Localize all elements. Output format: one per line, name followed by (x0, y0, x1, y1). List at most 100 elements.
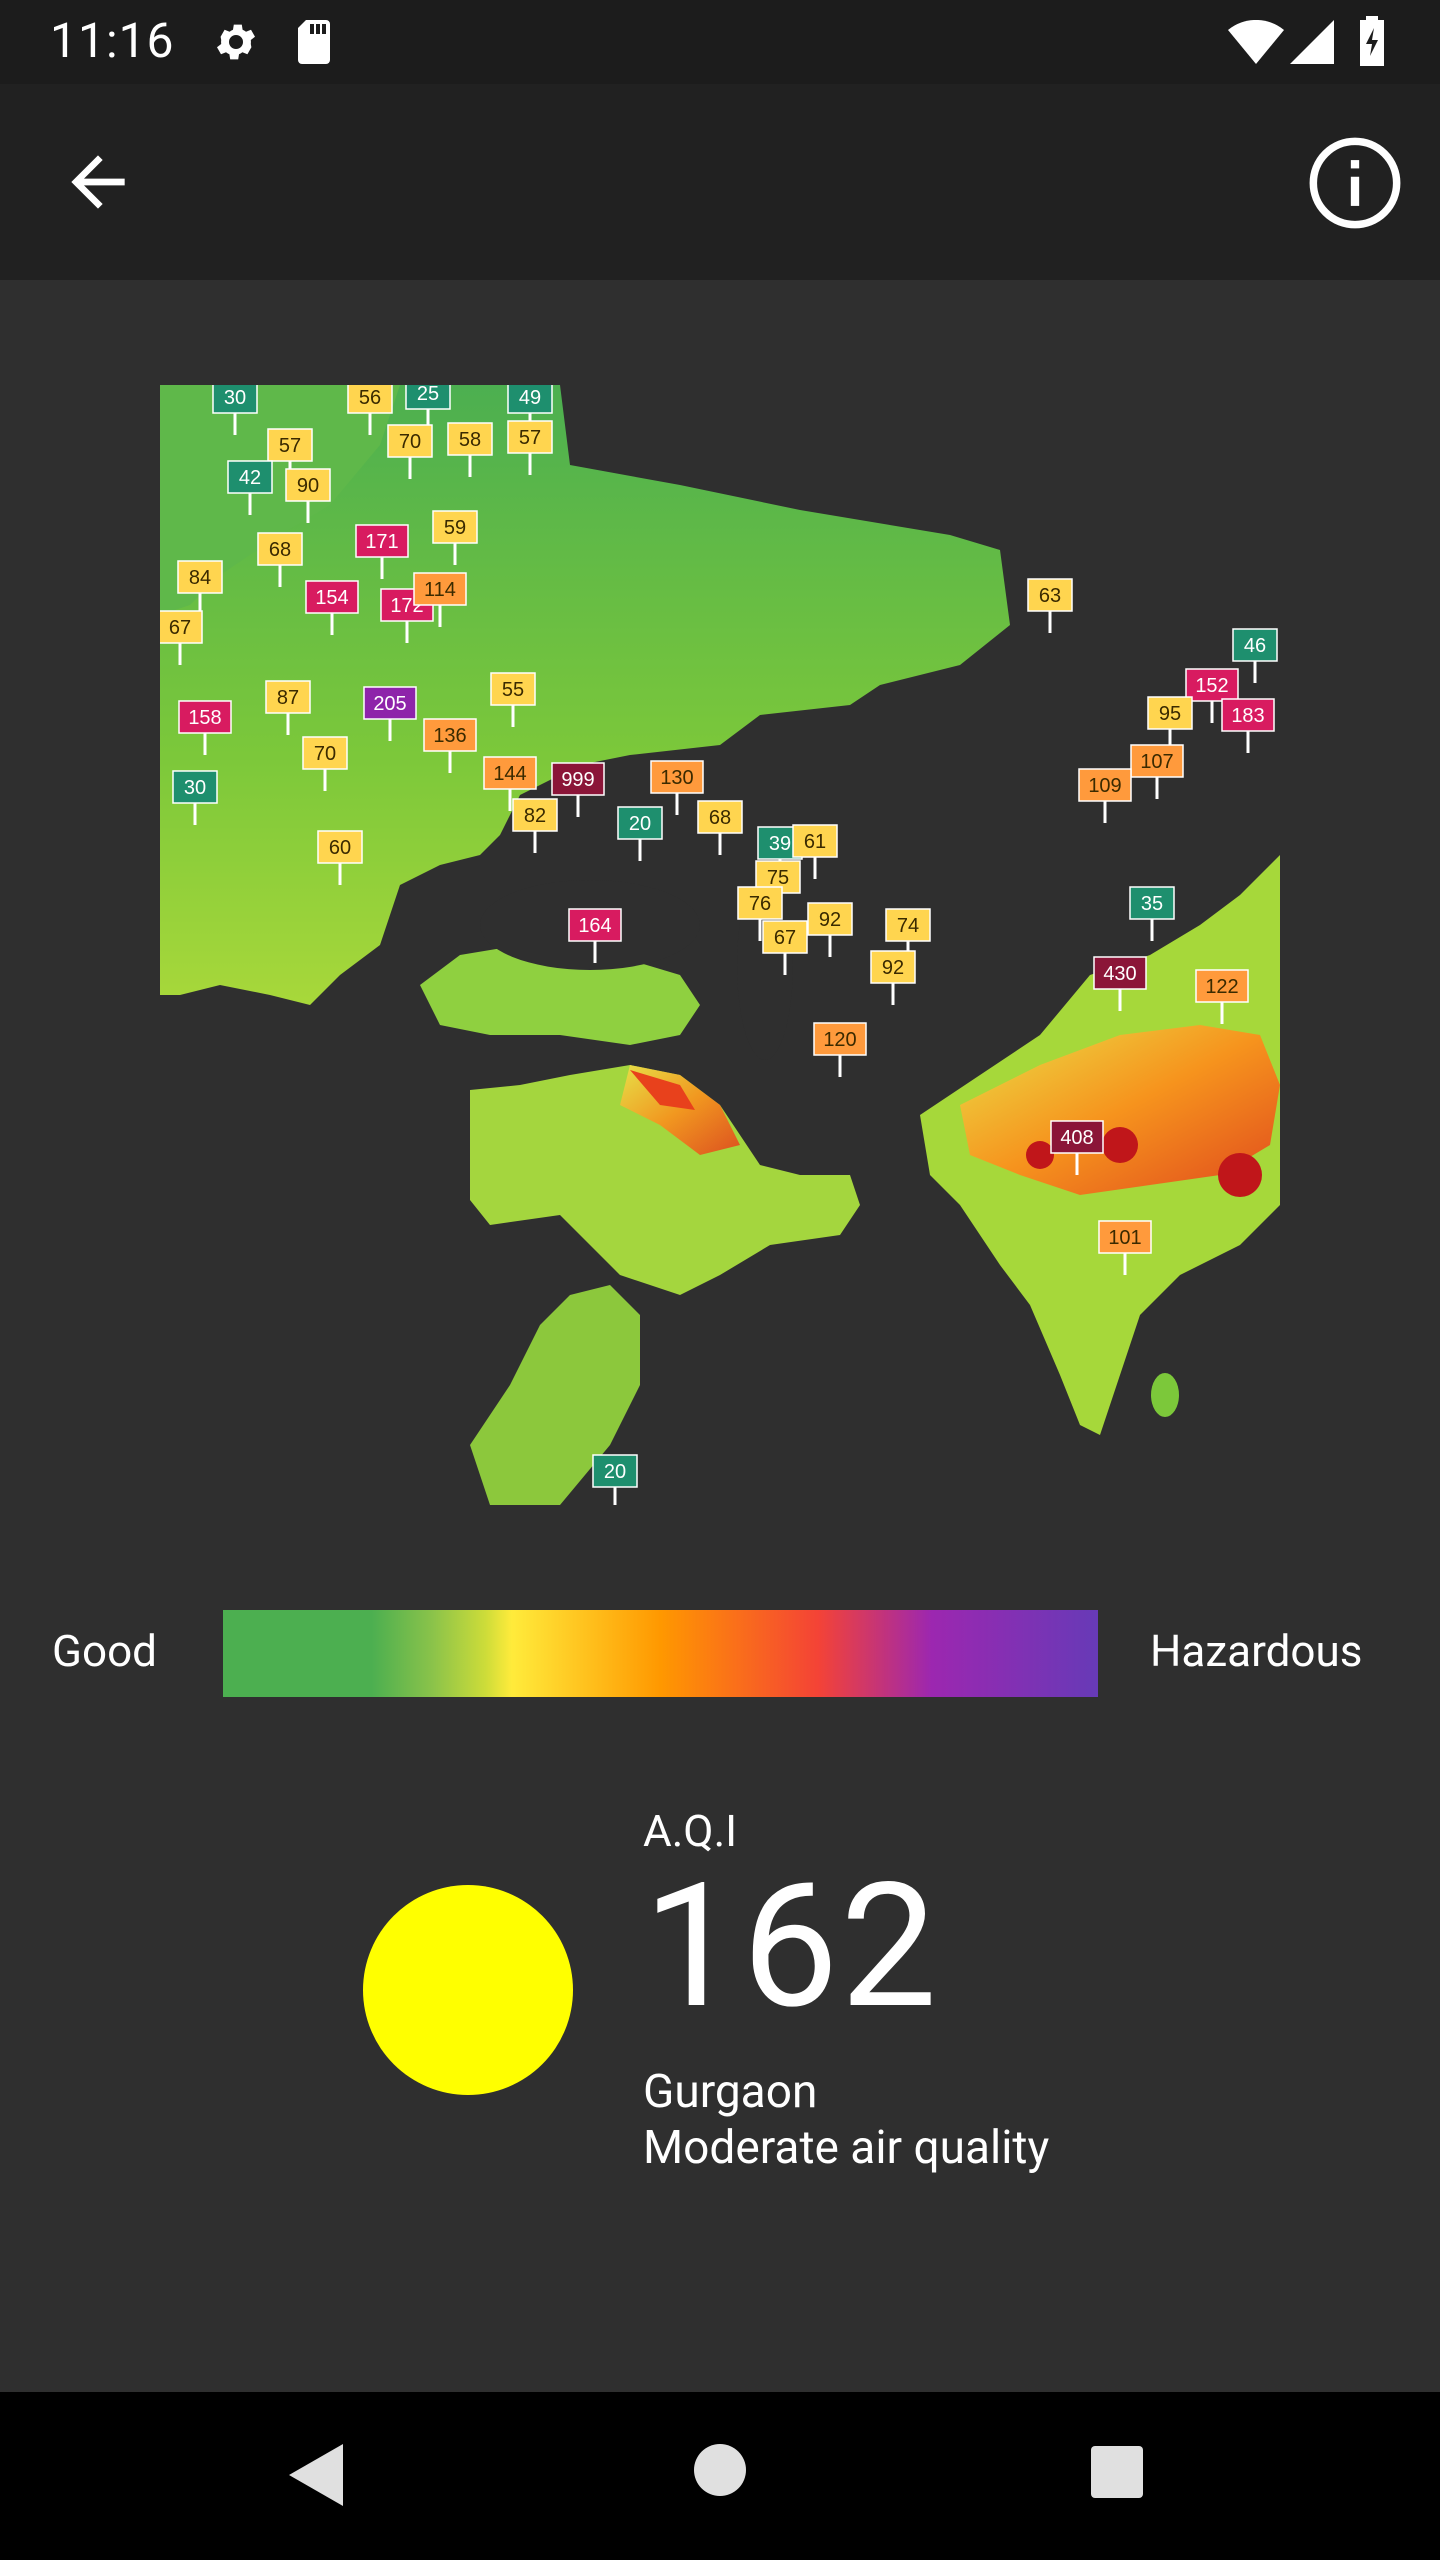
back-button[interactable] (58, 142, 138, 222)
map-marker[interactable]: 95 (1147, 696, 1193, 751)
map-marker-label: 60 (329, 837, 351, 859)
map-marker-label: 76 (749, 893, 771, 915)
map-marker-label: 408 (1060, 1127, 1093, 1149)
map-marker[interactable]: 20 (592, 1454, 638, 1505)
map-marker[interactable]: 183 (1221, 698, 1275, 753)
map-marker-label: 122 (1205, 976, 1238, 998)
map-marker-label: 63 (1039, 585, 1061, 607)
map-marker-label: 20 (629, 813, 651, 835)
map-marker-label: 30 (184, 777, 206, 799)
map-marker[interactable]: 107 (1130, 744, 1184, 799)
map-marker-pole (576, 793, 580, 817)
map-marker-pole (306, 499, 310, 523)
map-marker-label: 68 (709, 807, 731, 829)
map-marker[interactable]: 82 (512, 798, 558, 853)
map-marker-label: 35 (1141, 893, 1163, 915)
map-marker[interactable]: 63 (1027, 578, 1073, 633)
map-marker-pole (233, 411, 237, 435)
info-button[interactable] (1305, 133, 1405, 233)
wifi-icon (1228, 19, 1284, 68)
system-nav-bar (0, 2392, 1440, 2560)
map-marker-pole (593, 939, 597, 963)
map-marker-label: 183 (1231, 705, 1264, 727)
map-marker-pole (438, 603, 442, 627)
map-marker[interactable]: 92 (870, 950, 916, 1005)
map-marker-label: 70 (399, 431, 421, 453)
nav-recents-button[interactable] (1090, 2445, 1144, 2499)
map-marker-label: 57 (519, 427, 541, 449)
map-marker-label: 74 (897, 915, 919, 937)
map-marker-label: 154 (315, 587, 348, 609)
map-marker-pole (408, 455, 412, 479)
map-marker-label: 120 (823, 1029, 856, 1051)
aqi-map[interactable]: 30 56 25 49 57 70 58 57 42 90 59 171 68 84 154 172 114 67… (160, 385, 1280, 1505)
map-marker-pole (278, 563, 282, 587)
map-marker-pole (758, 917, 762, 941)
map-marker-pole (638, 837, 642, 861)
map-marker-label: 101 (1108, 1227, 1141, 1249)
map-marker-label: 171 (365, 531, 398, 553)
map-marker-pole (338, 861, 342, 885)
map-marker[interactable]: 68 (697, 800, 743, 855)
map-hotspot-kolkata (1218, 1153, 1262, 1197)
map-marker-pole (508, 787, 512, 811)
map-marker-pole (1118, 987, 1122, 1011)
map-marker-pole (1246, 729, 1250, 753)
map-marker-pole (613, 1485, 617, 1505)
aqi-value: 162 (643, 1845, 939, 2047)
map-marker[interactable]: 20 (617, 806, 663, 861)
map-marker-pole (388, 717, 392, 741)
map-marker-label: 90 (297, 475, 319, 497)
map-marker-label: 58 (459, 429, 481, 451)
nav-back-button[interactable] (285, 2442, 345, 2508)
map-marker-pole (1048, 609, 1052, 633)
map-marker-pole (248, 491, 252, 515)
map-hotspot-delhi (1102, 1127, 1138, 1163)
map-marker-label: 70 (314, 743, 336, 765)
aqi-color-scale (223, 1610, 1098, 1697)
map-marker-pole (1210, 699, 1214, 723)
signal-icon (1290, 20, 1334, 68)
map-marker[interactable]: 35 (1129, 886, 1175, 941)
map-marker-label: 164 (578, 915, 611, 937)
aqi-status-text: Moderate air quality (643, 2121, 1050, 2175)
map-marker[interactable]: 109 (1078, 768, 1132, 823)
gear-icon (212, 18, 260, 70)
map-marker-label: 39 (769, 833, 791, 855)
map-marker-pole (1220, 1000, 1224, 1024)
home-circle-icon (694, 2444, 746, 2496)
map-marker-pole (178, 641, 182, 665)
map-marker-pole (330, 611, 334, 635)
map-marker-label: 999 (561, 769, 594, 791)
map-marker-label: 30 (224, 387, 246, 409)
map-marker-pole (511, 703, 515, 727)
map-marker-label: 144 (493, 763, 526, 785)
map-marker-pole (1103, 799, 1107, 823)
map-marker[interactable]: 46 (1232, 628, 1278, 683)
map-marker[interactable]: 92 (807, 902, 853, 957)
map-marker-label: 42 (239, 467, 261, 489)
map-marker-label: 59 (444, 517, 466, 539)
nav-home-button[interactable] (693, 2443, 747, 2497)
map-marker-label: 67 (169, 617, 191, 639)
map-marker-pole (718, 831, 722, 855)
map-region-sri-lanka (1151, 1373, 1179, 1417)
map-marker-label: 82 (524, 805, 546, 827)
battery-charging-icon (1358, 16, 1386, 70)
map-marker-pole (405, 619, 409, 643)
map-marker-label: 49 (519, 387, 541, 409)
recents-square-icon (1091, 2446, 1143, 2498)
map-marker-label: 20 (604, 1461, 626, 1483)
map-marker-label: 67 (774, 927, 796, 949)
map-marker-label: 430 (1103, 963, 1136, 985)
aqi-city: Gurgaon (643, 2065, 818, 2119)
map-marker-label: 158 (188, 707, 221, 729)
map-marker[interactable]: 999 (551, 762, 605, 817)
map-marker-pole (891, 981, 895, 1005)
map-marker[interactable]: 120 (813, 1022, 867, 1077)
status-bar: 11:16 (0, 0, 1440, 84)
map-marker-pole (838, 1053, 842, 1077)
map-marker-pole (448, 749, 452, 773)
map-marker-pole (286, 711, 290, 735)
map-marker-label: 109 (1088, 775, 1121, 797)
